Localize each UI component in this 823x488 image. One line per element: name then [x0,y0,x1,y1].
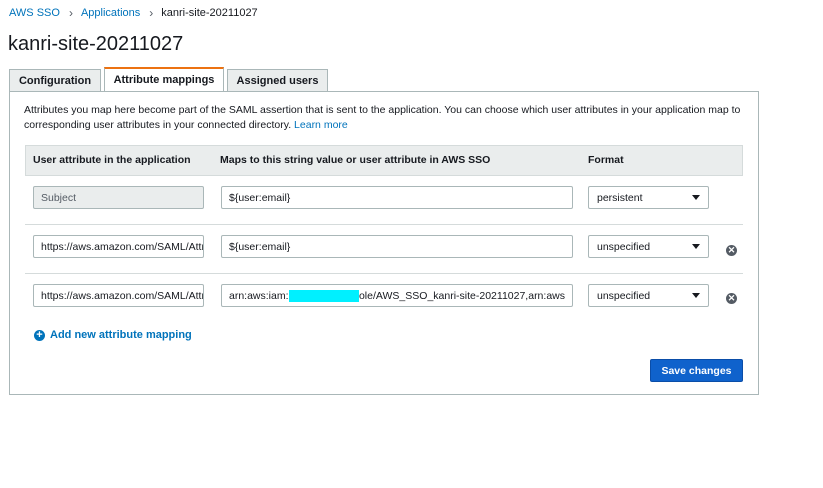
maps-to-input[interactable]: arn:aws:iam: ole/AWS_SSO_kanri-site-20211… [221,284,573,307]
caret-down-icon [692,244,700,249]
caret-down-icon [692,195,700,200]
chevron-right-icon: › [149,6,154,20]
description-text: Attributes you map here become part of t… [24,104,741,131]
add-attribute-mapping-label: Add new attribute mapping [50,329,192,341]
app-attribute-input[interactable]: https://aws.amazon.com/SAML/Attributes/R… [33,235,204,258]
save-changes-button[interactable]: Save changes [650,359,743,382]
description: Attributes you map here become part of t… [24,103,749,133]
format-select-value: unspecified [597,289,651,302]
row-divider [25,224,743,225]
column-header-maps-to: Maps to this string value or user attrib… [220,154,491,166]
row-divider [25,273,743,274]
format-select-value: unspecified [597,240,651,253]
plus-icon: + [34,329,45,341]
learn-more-link[interactable]: Learn more [294,119,348,131]
breadcrumb-current: kanri-site-20211027 [161,7,258,19]
app-attribute-input: Subject [33,186,204,209]
tab-attribute-mappings[interactable]: Attribute mappings [104,67,224,91]
format-select[interactable]: unspecified [588,284,709,307]
page-title: kanri-site-20211027 [8,33,184,55]
breadcrumb-aws-sso[interactable]: AWS SSO [9,7,60,19]
breadcrumb: AWS SSO › Applications › kanri-site-2021… [9,6,258,20]
format-select[interactable]: unspecified [588,235,709,258]
remove-row-icon[interactable]: ✕ [726,245,737,256]
maps-to-input[interactable]: ${user:email} [221,235,573,258]
add-attribute-mapping-link[interactable]: + Add new attribute mapping [34,329,192,341]
chevron-right-icon: › [68,6,73,20]
format-select[interactable]: persistent [588,186,709,209]
breadcrumb-applications[interactable]: Applications [81,7,140,19]
format-select-value: persistent [597,191,643,204]
maps-to-input[interactable]: ${user:email} [221,186,573,209]
column-header-app-attribute: User attribute in the application [33,154,191,166]
maps-to-suffix: ole/AWS_SSO_kanri-site-20211027,arn:aws [358,289,565,302]
tab-configuration[interactable]: Configuration [9,69,101,91]
app-attribute-input[interactable]: https://aws.amazon.com/SAML/Attributes/R… [33,284,204,307]
redaction-block [288,289,359,302]
column-header-format: Format [588,154,624,166]
caret-down-icon [692,293,700,298]
tab-assigned-users[interactable]: Assigned users [227,69,328,91]
maps-to-prefix: arn:aws:iam: [229,289,289,302]
remove-row-icon[interactable]: ✕ [726,293,737,304]
